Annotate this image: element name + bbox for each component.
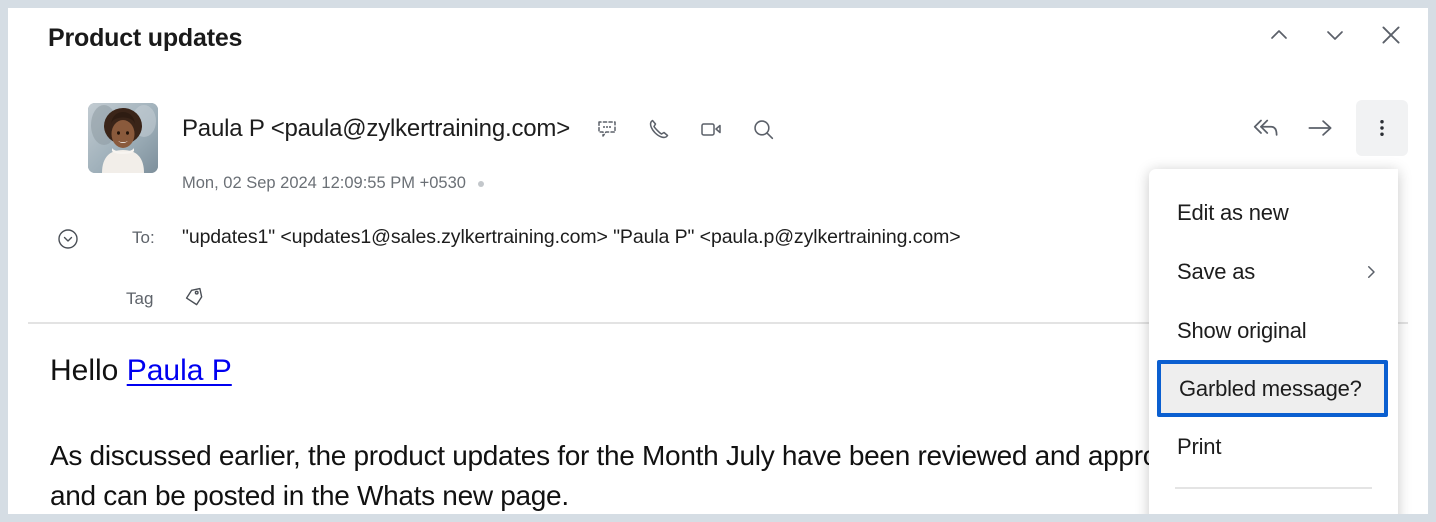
message-timestamp-row: Mon, 02 Sep 2024 12:09:55 PM +0530 bbox=[182, 174, 484, 193]
status-dot-icon bbox=[477, 180, 484, 187]
avatar-photo-icon bbox=[88, 103, 158, 173]
forward-button[interactable] bbox=[1302, 110, 1338, 146]
previous-message-button[interactable] bbox=[1264, 20, 1294, 50]
reading-pane: Product updates Paula P <paula@zylkertra… bbox=[8, 8, 1428, 514]
menu-item-label: Show original bbox=[1177, 317, 1307, 343]
avatar bbox=[88, 103, 158, 173]
sender-quick-actions bbox=[594, 116, 776, 142]
subject-bar: Product updates bbox=[8, 8, 1428, 74]
chat-icon[interactable] bbox=[594, 116, 620, 142]
menu-item-edit-as-new[interactable]: Edit as new bbox=[1149, 183, 1398, 242]
more-options-menu: Edit as new Save as Show original Garble… bbox=[1149, 169, 1398, 514]
to-label: To: bbox=[132, 228, 155, 247]
chevron-up-icon bbox=[1271, 30, 1287, 39]
chevron-right-icon bbox=[1362, 263, 1380, 281]
expand-details-button[interactable] bbox=[56, 227, 80, 251]
page-title: Product updates bbox=[48, 24, 243, 52]
tag-label: Tag bbox=[126, 289, 154, 308]
chevron-down-icon bbox=[1327, 31, 1343, 40]
message-actions bbox=[1248, 100, 1408, 156]
menu-divider bbox=[1175, 487, 1372, 489]
menu-item-print[interactable]: Print bbox=[1149, 417, 1398, 476]
message-timestamp: Mon, 02 Sep 2024 12:09:55 PM +0530 bbox=[182, 174, 466, 192]
menu-item-label: Save as bbox=[1177, 258, 1256, 284]
more-options-button[interactable] bbox=[1356, 100, 1408, 156]
forward-icon bbox=[1308, 120, 1332, 136]
close-button[interactable] bbox=[1376, 20, 1406, 50]
more-options-icon bbox=[1380, 120, 1384, 136]
email-reading-pane-window: Product updates Paula P <paula@zylkertra… bbox=[0, 0, 1436, 522]
window-controls bbox=[1264, 20, 1406, 50]
menu-item-show-original[interactable]: Show original bbox=[1149, 301, 1398, 360]
reply-all-button[interactable] bbox=[1248, 110, 1284, 146]
menu-item-label: Edit as new bbox=[1177, 199, 1289, 225]
phone-icon[interactable] bbox=[646, 116, 672, 142]
to-recipients[interactable]: "updates1" <updates1@sales.zylkertrainin… bbox=[182, 226, 961, 249]
video-icon[interactable] bbox=[698, 116, 724, 142]
reply-all-icon bbox=[1253, 119, 1278, 136]
close-icon bbox=[1382, 26, 1400, 44]
greeting-text: Hello bbox=[50, 354, 127, 387]
menu-item-label: Print bbox=[1177, 433, 1222, 459]
greeting-line: Hello Paula P bbox=[50, 354, 232, 388]
menu-item-save-as[interactable]: Save as bbox=[1149, 242, 1398, 301]
menu-item-garbled-message[interactable]: Garbled message? bbox=[1157, 360, 1388, 417]
search-icon[interactable] bbox=[750, 116, 776, 142]
next-message-button[interactable] bbox=[1320, 20, 1350, 50]
sender-address[interactable]: Paula P <paula@zylkertraining.com> bbox=[182, 115, 570, 143]
chevron-down-circle-icon bbox=[58, 229, 78, 249]
recipient-name-link[interactable]: Paula P bbox=[127, 354, 232, 387]
sender-row: Paula P <paula@zylkertraining.com> bbox=[182, 112, 776, 146]
menu-item-label: Garbled message? bbox=[1179, 375, 1362, 401]
tag-icon[interactable] bbox=[182, 284, 206, 308]
